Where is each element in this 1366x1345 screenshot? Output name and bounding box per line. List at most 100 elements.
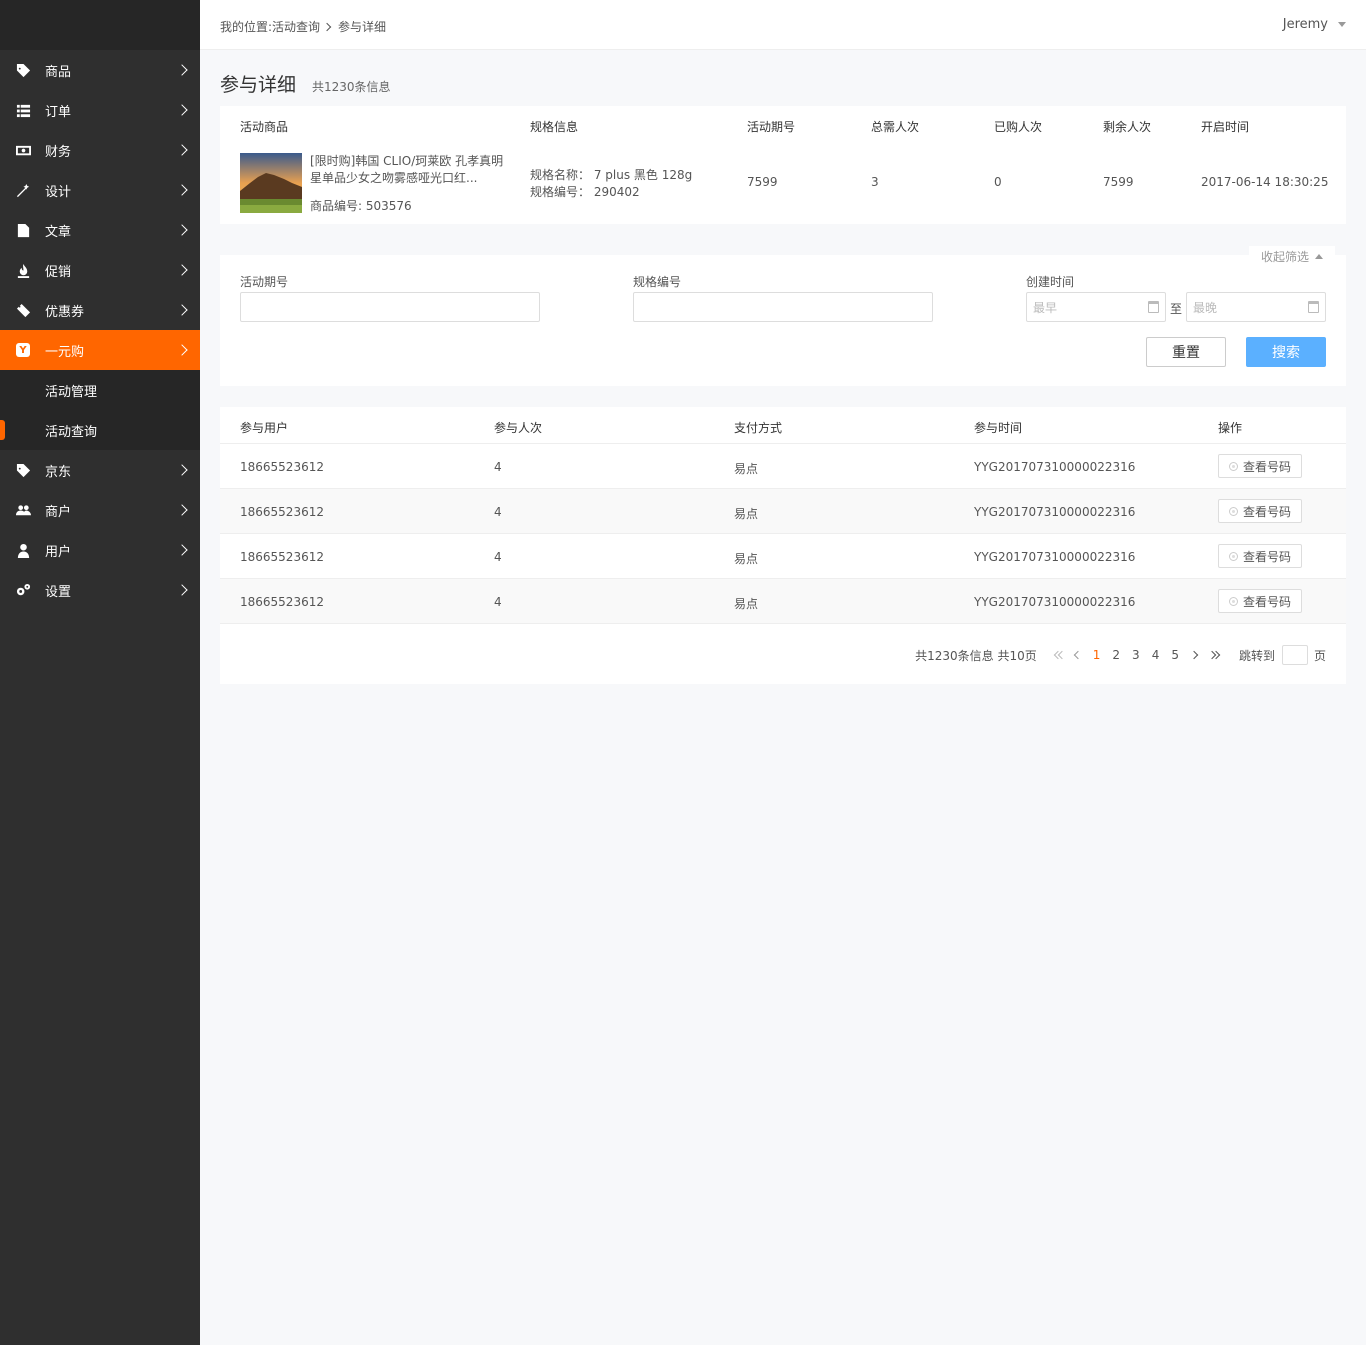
sidebar-item-jd[interactable]: 京东 bbox=[0, 450, 200, 490]
page-number[interactable]: 4 bbox=[1152, 648, 1160, 662]
yiyuan-icon: Y bbox=[15, 342, 31, 358]
caret-down-icon bbox=[1338, 22, 1346, 27]
page-number[interactable]: 1 bbox=[1093, 648, 1101, 662]
sidebar-item-label: 财务 bbox=[45, 144, 72, 160]
cell-times: 4 bbox=[494, 505, 502, 519]
sidebar-item-label: 京东 bbox=[45, 464, 72, 480]
cell-payment: 易点 bbox=[734, 507, 759, 521]
page-suffix: 页 bbox=[1313, 648, 1326, 663]
jump-page-input[interactable] bbox=[1281, 645, 1308, 665]
chevron-right-icon bbox=[176, 464, 188, 476]
cell-payment: 易点 bbox=[734, 552, 759, 566]
sidebar-item-articles[interactable]: 文章 bbox=[0, 210, 200, 250]
spec-name: 规格名称： 7 plus 黑色 128g bbox=[530, 168, 693, 182]
last-page-icon[interactable] bbox=[1207, 650, 1221, 660]
pagination: 共1230条信息 共10页 1 2 3 4 5 跳转到 页 bbox=[915, 645, 1326, 665]
chevron-right-icon bbox=[176, 584, 188, 596]
sidebar-item-promotion[interactable]: 促销 bbox=[0, 250, 200, 290]
date-start-input[interactable]: 最早 bbox=[1026, 292, 1166, 322]
sidebar-item-users[interactable]: 用户 bbox=[0, 530, 200, 570]
sidebar-item-settings[interactable]: 设置 bbox=[0, 570, 200, 610]
table-header: 参与用户 参与人次 支付方式 参与时间 操作 bbox=[220, 407, 1346, 444]
page-number[interactable]: 2 bbox=[1112, 648, 1120, 662]
fire-icon bbox=[15, 262, 31, 278]
eye-icon bbox=[1228, 551, 1238, 561]
eye-icon bbox=[1228, 506, 1238, 516]
sidebar-item-goods[interactable]: 商品 bbox=[0, 50, 200, 90]
sidebar-subitem-activity-manage[interactable]: 活动管理 bbox=[0, 370, 200, 410]
cell-payment: 易点 bbox=[734, 597, 759, 611]
view-numbers-button[interactable]: 查看号码 bbox=[1218, 454, 1302, 478]
cell-user: 18665523612 bbox=[240, 460, 324, 474]
product-info-card: 活动商品 规格信息 活动期号 总需人次 已购人次 剩余人次 开启时间 [限时购]… bbox=[220, 106, 1346, 224]
sidebar-item-label: 用户 bbox=[45, 544, 72, 560]
chevron-right-icon bbox=[176, 304, 188, 316]
user-menu[interactable]: Jeremy bbox=[1283, 17, 1346, 32]
bought-value: 0 bbox=[994, 175, 1002, 189]
sidebar-item-label: 商户 bbox=[45, 504, 72, 520]
header-period: 活动期号 bbox=[747, 120, 796, 134]
sidebar-item-coupons[interactable]: 优惠券 bbox=[0, 290, 200, 330]
cell-time: YYG201707310000022316 bbox=[974, 505, 1136, 519]
sidebar-item-orders[interactable]: 订单 bbox=[0, 90, 200, 130]
col-payment: 支付方式 bbox=[734, 421, 783, 435]
col-times: 参与人次 bbox=[494, 421, 543, 435]
list-icon bbox=[15, 102, 31, 118]
date-end-input[interactable]: 最晚 bbox=[1186, 292, 1326, 322]
product-name[interactable]: [限时购]韩国 CLIO/珂莱欧 孔孝真明星单品少女之吻雾感哑光口红... bbox=[310, 153, 505, 187]
chevron-right-icon bbox=[176, 184, 188, 196]
view-numbers-label: 查看号码 bbox=[1242, 549, 1291, 564]
reset-button[interactable]: 重置 bbox=[1146, 337, 1226, 367]
col-action: 操作 bbox=[1218, 421, 1243, 435]
view-numbers-button[interactable]: 查看号码 bbox=[1218, 499, 1302, 523]
search-button[interactable]: 搜索 bbox=[1246, 337, 1326, 367]
spec-info: 规格名称： 7 plus 黑色 128g 规格编号： 290402 bbox=[530, 167, 692, 201]
view-numbers-label: 查看号码 bbox=[1242, 594, 1291, 609]
next-page-icon[interactable] bbox=[1189, 650, 1199, 660]
first-page-icon[interactable] bbox=[1053, 650, 1067, 660]
chevron-right-icon bbox=[176, 224, 188, 236]
chevron-right-icon bbox=[176, 544, 188, 556]
sidebar-item-label: 一元购 bbox=[45, 344, 85, 360]
view-numbers-button[interactable]: 查看号码 bbox=[1218, 544, 1302, 568]
eye-icon bbox=[1228, 461, 1238, 471]
product-image bbox=[240, 153, 302, 213]
sidebar-item-merchants[interactable]: 商户 bbox=[0, 490, 200, 530]
spec-code-label: 规格编号 bbox=[633, 275, 682, 289]
remaining-value: 7599 bbox=[1103, 175, 1134, 189]
user-name: Jeremy bbox=[1282, 17, 1328, 32]
breadcrumb-parent[interactable]: 我的位置:活动查询 bbox=[220, 18, 320, 35]
cell-time: YYG201707310000022316 bbox=[974, 595, 1136, 609]
sidebar-item-label: 商品 bbox=[45, 64, 72, 80]
chevron-right-icon bbox=[176, 104, 188, 116]
chevron-right-icon bbox=[176, 144, 188, 156]
sidebar-item-design[interactable]: 设计 bbox=[0, 170, 200, 210]
sidebar-subitem-activity-query[interactable]: 活动查询 bbox=[0, 410, 200, 450]
start-time-value: 2017-06-14 18:30:25 bbox=[1201, 175, 1329, 189]
sidebar: 商品 订单 财务 设计 文章 促销 优惠券 Y 一元购 活动管理 活动查询 京东… bbox=[0, 0, 200, 1345]
sidebar-item-finance[interactable]: 财务 bbox=[0, 130, 200, 170]
date-end-placeholder: 最晚 bbox=[1193, 300, 1218, 315]
sidebar-item-label: 订单 bbox=[45, 104, 72, 120]
view-numbers-button[interactable]: 查看号码 bbox=[1218, 589, 1302, 613]
view-numbers-label: 查看号码 bbox=[1242, 459, 1291, 474]
page-number[interactable]: 3 bbox=[1132, 648, 1140, 662]
date-start-placeholder: 最早 bbox=[1033, 300, 1058, 315]
breadcrumb: 我的位置:活动查询 参与详细 bbox=[220, 18, 386, 35]
sidebar-item-label: 促销 bbox=[45, 264, 72, 280]
page-title: 参与详细 共1230条信息 bbox=[220, 70, 391, 97]
eye-icon bbox=[1228, 596, 1238, 606]
collapse-filter-button[interactable]: 收起筛选 bbox=[1249, 246, 1336, 266]
logo-area bbox=[0, 0, 200, 50]
period-input[interactable] bbox=[240, 292, 540, 322]
header-total: 总需人次 bbox=[871, 120, 920, 134]
date-range-separator: 至 bbox=[1170, 302, 1183, 316]
prev-page-icon[interactable] bbox=[1073, 650, 1083, 660]
sidebar-item-yiyuangou[interactable]: Y 一元购 bbox=[0, 330, 200, 370]
page-count: 共1230条信息 bbox=[312, 80, 391, 94]
tag-icon bbox=[15, 62, 31, 78]
cell-user: 18665523612 bbox=[240, 505, 324, 519]
magic-wand-icon bbox=[15, 182, 31, 198]
page-number[interactable]: 5 bbox=[1171, 648, 1179, 662]
spec-code-input[interactable] bbox=[633, 292, 933, 322]
